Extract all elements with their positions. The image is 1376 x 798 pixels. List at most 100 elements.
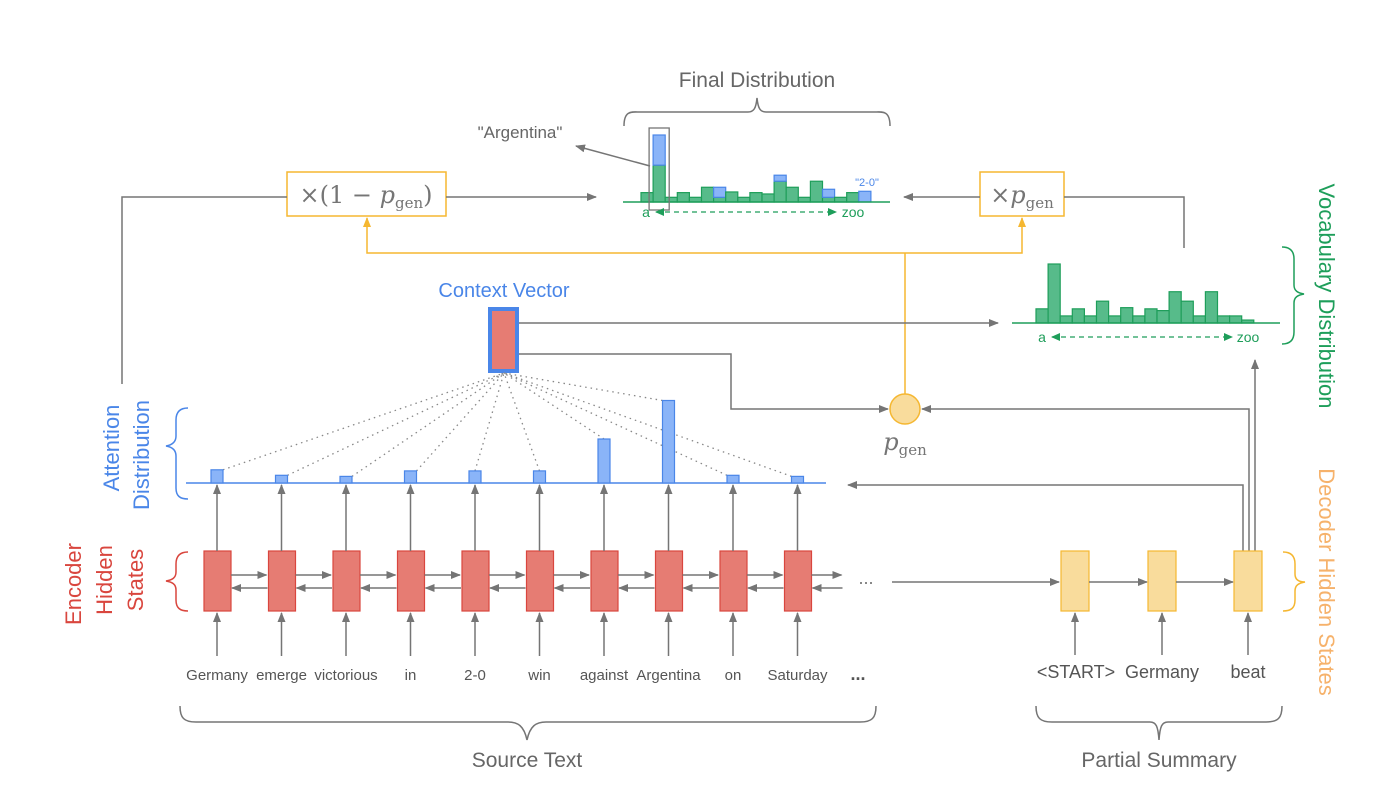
context-to-pgen-arrow (518, 353, 889, 413)
source-token: in (405, 667, 417, 684)
encoder-hidden-state (396, 550, 426, 612)
attention-bar (210, 469, 224, 484)
final-generation-bar (676, 192, 690, 203)
pgen-node (889, 393, 921, 425)
pgen-label: pgen (883, 428, 927, 459)
attention-label-line2: Distribution (129, 400, 154, 510)
attention-dotted-line (503, 372, 605, 440)
vocab-bar (1204, 291, 1219, 324)
attention-dotted-line (351, 372, 505, 477)
vocabulary-distribution-chart: a zoo (1012, 263, 1280, 345)
pgen-to-one-minus-arrow (363, 217, 905, 254)
encoder-hidden-state (267, 550, 297, 612)
source-token: on (725, 667, 742, 684)
encoder-label-line3: States (123, 549, 148, 611)
vocab-bar (1192, 315, 1207, 324)
attention-bar (339, 475, 353, 484)
vocab-bar (1083, 315, 1098, 324)
vocab-bar (1059, 315, 1073, 324)
source-token: against (580, 667, 629, 684)
final-distribution-brace (623, 97, 891, 127)
source-text-title: Source Text (472, 749, 583, 772)
vocabulary-brace (1281, 246, 1305, 345)
gen-subscript-2: gen (1026, 194, 1054, 212)
final-copy-bar (858, 190, 872, 203)
summary-token: Germany (1125, 662, 1199, 682)
attention-dotted-line (222, 372, 505, 471)
final-generation-bar (700, 186, 715, 203)
encoder-brace (165, 551, 189, 612)
encoder-hidden-state (332, 550, 361, 612)
attention-dotted-line (416, 372, 505, 472)
times-symbol-2: × (990, 181, 1010, 209)
encoder-label-line2: Hidden (92, 545, 117, 615)
vocab-bar (1107, 315, 1122, 324)
summary-token: <START> (1037, 662, 1115, 682)
source-token: 2-0 (464, 667, 486, 684)
argentina-callout: "Argentina" (478, 123, 563, 142)
decoder: <START> Germany beat (1037, 550, 1266, 682)
final-generation-bar (725, 191, 739, 203)
p-symbol: p (380, 181, 395, 209)
pointer-generator-diagram: Final Distribution Context Vector "Argen… (61, 69, 1339, 772)
final-distribution-chart: "2-0" a zoo (623, 127, 890, 220)
pgen-multiply-box: ×pgen (979, 171, 1065, 217)
attention-bar (597, 438, 611, 484)
attention-bars (210, 399, 805, 484)
encoder-hidden-state (525, 550, 555, 612)
final-generation-bar (809, 180, 824, 203)
pgen-sub: gen (899, 441, 927, 459)
source-token: Saturday (767, 667, 828, 684)
final-generation-bar (846, 192, 860, 203)
source-text-brace (179, 705, 877, 741)
encoder-label-line1: Encoder (61, 543, 86, 625)
final-generation-bar (773, 180, 787, 203)
vocab-to-pgen-box-line (1064, 196, 1185, 248)
decoder-hidden-state (1147, 550, 1177, 612)
source-token: Argentina (636, 667, 701, 684)
decoder-hidden-states-label: Decoder Hidden States (1314, 468, 1339, 695)
vocab-axis-end: zoo (1237, 329, 1260, 345)
final-copy-bar (773, 174, 787, 182)
vocab-bar (1132, 315, 1146, 324)
vocab-bar (1180, 300, 1194, 324)
attention-dotted-lines (222, 372, 792, 478)
vocab-bar (1144, 308, 1158, 324)
partial-summary-brace (1035, 705, 1283, 741)
attention-distribution-label: Attention Distribution (99, 400, 154, 510)
encoder: Germany emerge victorious in 2-0 win against Ar… (186, 484, 843, 684)
encoder-hidden-state (719, 550, 748, 612)
vocab-bar (1228, 315, 1243, 324)
gen-subscript: gen (395, 194, 423, 212)
vocab-bar (1047, 263, 1061, 324)
final-generation-bar (761, 193, 775, 203)
vocab-bar (1071, 308, 1086, 324)
source-token: victorious (314, 667, 377, 684)
encoder-hidden-state (203, 550, 232, 612)
attention-to-one-minus-pgen-line (121, 196, 287, 384)
vocabulary-distribution-label: Vocabulary Distribution (1314, 183, 1339, 408)
attention-bar (726, 474, 740, 484)
decoder-hidden-state (1060, 550, 1090, 612)
attention-bar (790, 475, 805, 484)
encoder-hidden-state (783, 550, 813, 612)
attention-bar (274, 474, 289, 484)
one-minus-open: (1 − (320, 181, 380, 209)
attention-dotted-line (503, 372, 728, 476)
vocab-bar (1035, 308, 1049, 324)
attention-dotted-line (474, 372, 505, 472)
final-generation-bar (652, 164, 666, 203)
vocab-bar (1216, 315, 1231, 324)
pgen-to-pgen-box-arrow (905, 217, 1026, 254)
attention-bar (661, 399, 676, 484)
attention-bar (532, 470, 547, 484)
attention-dotted-line (503, 372, 663, 402)
decoder-to-pgen-arrow (921, 405, 1250, 551)
attention-dotted-line (287, 372, 505, 476)
context-vector-title: Context Vector (438, 280, 570, 302)
decoder-hidden-state (1233, 550, 1263, 612)
source-token: Germany (186, 667, 248, 684)
final-generation-bar (749, 192, 763, 203)
times-symbol: × (300, 181, 320, 209)
vocab-bar (1120, 307, 1134, 324)
